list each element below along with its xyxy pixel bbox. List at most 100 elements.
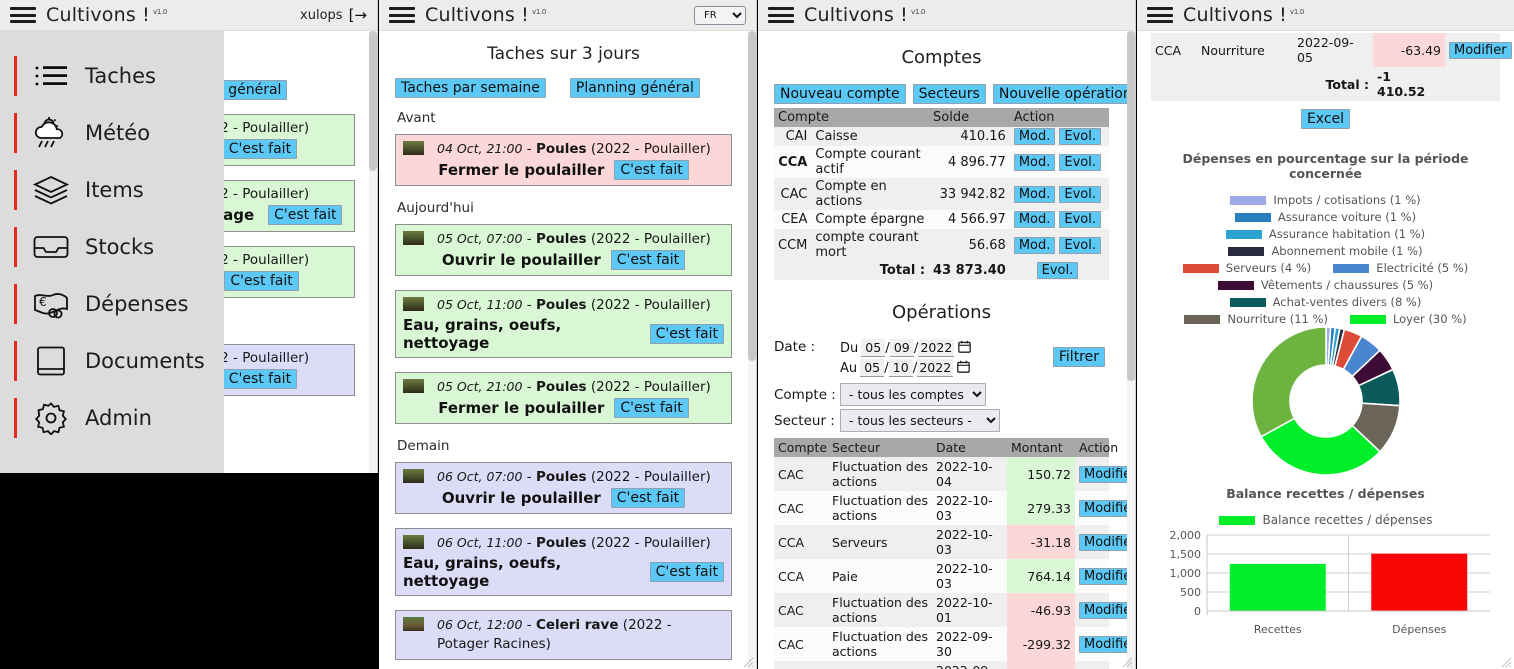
task-done-button[interactable]: C'est fait <box>610 250 686 270</box>
account-balance: 33 942.82 <box>929 178 1010 210</box>
scrollbar-track-window-1[interactable] <box>369 31 377 473</box>
date-to-month[interactable] <box>888 359 913 377</box>
scrollbar-thumb-window-2[interactable] <box>748 31 756 361</box>
hamburger-icon[interactable] <box>10 5 36 25</box>
task-done-button[interactable]: C'est fait <box>649 562 724 582</box>
task-card[interactable]: 04 Oct, 21:00 - Poules (2022 - Poulaille… <box>395 134 732 186</box>
scrollbar-track-window-3[interactable] <box>1127 31 1135 669</box>
account-evolution-button[interactable]: Evol. <box>1059 153 1101 171</box>
panel2-button-2[interactable]: Planning général <box>569 78 700 98</box>
task-card[interactable]: 06 Oct, 07:00 - Poules (2022 - Poulaille… <box>395 462 732 514</box>
modifier-button[interactable]: Modifier <box>1449 41 1512 59</box>
sidebar-item-items[interactable]: Items <box>0 161 224 218</box>
table-row[interactable]: CAC Fluctuation des actions 2022-10-03 279.… <box>774 491 1135 525</box>
table-row[interactable]: CCA Nourriture 2022-09-05 -63.49 Modifie… <box>1151 33 1512 67</box>
language-select[interactable]: FR <box>694 5 746 25</box>
comptes-toolbar-button-2[interactable]: Secteurs <box>912 84 986 104</box>
comptes-toolbar: Nouveau compte Secteurs Nouvelle opération <box>774 84 1135 104</box>
sidebar-item-admin[interactable]: Admin <box>0 389 224 446</box>
table-row[interactable]: CAC Compte en actions 33 942.82 Mod. Evol. <box>774 178 1109 210</box>
scrollbar-track-window-2[interactable] <box>748 31 756 669</box>
sidebar-item-dpenses[interactable]: € Dépenses <box>0 275 224 332</box>
task-card[interactable]: 05 Oct, 21:00 - Poules (2022 - Poulaille… <box>395 372 732 424</box>
titlebar-window-3: Cultivons ! v1.0 <box>758 0 1135 31</box>
date-from-day[interactable] <box>861 339 886 357</box>
account-modify-button[interactable]: Mod. <box>1013 236 1056 254</box>
hamburger-icon[interactable] <box>1147 5 1173 25</box>
legend-label: Serveurs (4 %) <box>1225 261 1312 275</box>
op-date: 2022-10-03 <box>932 491 1007 525</box>
task-done-button[interactable]: C'est fait <box>222 139 298 159</box>
op-secteur: Fluctuation des actions <box>828 491 932 525</box>
task-context: (2022 - Poulailler) <box>590 297 711 313</box>
task-context: (2022 - Poulailler) <box>590 535 711 551</box>
panel2-button-1[interactable]: Taches par semaine <box>395 78 546 98</box>
task-card[interactable]: 05 Oct, 07:00 - Poules (2022 - Poulaille… <box>395 224 732 276</box>
x-axis-tick: Recettes <box>1254 623 1302 636</box>
filter-button[interactable]: Filtrer <box>1052 347 1105 367</box>
date-to-day[interactable] <box>860 359 885 377</box>
task-card[interactable]: 06 Oct, 11:00 - Poules (2022 - Poulaille… <box>395 528 732 596</box>
task-done-button[interactable]: C'est fait <box>649 324 724 344</box>
task-done-button[interactable]: C'est fait <box>614 160 689 180</box>
account-modify-button[interactable]: Mod. <box>1013 128 1056 145</box>
scrollbar-thumb-window-3[interactable] <box>1127 31 1135 381</box>
task-card[interactable]: 05 Oct, 11:00 - Poules (2022 - Poulaille… <box>395 290 732 358</box>
table-row[interactable]: CEA Compte épargne 4 566.97 Mod. Evol. <box>774 210 1109 229</box>
table-row[interactable]: CCA Paie 2022-10-03 764.14 Modifier <box>774 559 1135 593</box>
accounts-total-evolution-button[interactable]: Evol. <box>1036 262 1079 279</box>
date-to-year[interactable] <box>917 359 954 377</box>
resize-grip-window-3[interactable] <box>1119 654 1133 668</box>
task-done-button[interactable]: C'est fait <box>614 398 689 418</box>
hamburger-icon[interactable] <box>389 5 415 25</box>
scrollbar-thumb-window-1[interactable] <box>369 31 377 171</box>
table-row[interactable]: CAC Fluctuation des actions 2022-09-30 -299… <box>774 627 1135 661</box>
date-from-year[interactable] <box>918 339 955 357</box>
excel-export-button[interactable]: Excel <box>1300 109 1351 129</box>
hamburger-icon[interactable] <box>768 5 794 25</box>
task-done-button[interactable]: C'est fait <box>610 488 686 508</box>
date-from-month[interactable] <box>889 339 914 357</box>
task-separator: - <box>526 469 532 485</box>
bar <box>1371 553 1468 611</box>
table-row[interactable]: CCANourriture2022-09-30-24.94Modifier <box>774 661 1109 669</box>
table-row[interactable]: CCA Serveurs 2022-10-03 -31.18 Modifier <box>774 525 1135 559</box>
op-secteur: Fluctuation des actions <box>828 593 932 627</box>
task-done-button[interactable]: C'est fait <box>222 369 298 389</box>
calendar-icon[interactable] <box>957 360 971 377</box>
table-row[interactable]: CCM compte courant mort 56.68 Mod. Evol. <box>774 229 1109 261</box>
account-modify-button[interactable]: Mod. <box>1013 211 1056 228</box>
bar-chart-legend: Balance recettes / dépenses <box>1151 513 1500 527</box>
sidebar-item-mto[interactable]: Météo <box>0 104 224 161</box>
table-row[interactable]: CCA Compte courant actif 4 896.77 Mod. Evol. <box>774 146 1109 178</box>
table-row[interactable]: CAC Fluctuation des actions 2022-10-04 150.… <box>774 457 1135 491</box>
account-evolution-button[interactable]: Evol. <box>1059 128 1101 145</box>
task-done-button[interactable]: C'est fait <box>268 205 343 225</box>
task-done-button[interactable]: C'est fait <box>224 271 299 291</box>
account-filter-select[interactable]: - tous les comptes - <box>840 383 986 406</box>
logout-icon[interactable]: [→ <box>349 7 367 23</box>
table-row[interactable]: CAC Fluctuation des actions 2022-10-01 -46.… <box>774 593 1135 627</box>
sidebar-item-stocks[interactable]: Stocks <box>0 218 224 275</box>
calendar-icon[interactable] <box>958 340 972 357</box>
task-action: Ouvrir le poulailler <box>441 489 601 507</box>
legend-label: Vêtements / chaussures (5 %) <box>1260 278 1434 292</box>
accounts-table-header-row: Compte Solde Action <box>774 108 1109 127</box>
comptes-toolbar-button-1[interactable]: Nouveau compte <box>774 84 906 104</box>
task-datetime: 06 Oct, 12:00 <box>437 617 523 632</box>
task-card[interactable]: 06 Oct, 12:00 - Celeri rave (2022 - Pota… <box>395 610 732 660</box>
account-modify-button[interactable]: Mod. <box>1013 153 1056 171</box>
sidebar-item-documents[interactable]: Documents <box>0 332 224 389</box>
resize-grip-window-2[interactable] <box>740 654 754 668</box>
account-evolution-button[interactable]: Evol. <box>1059 236 1101 254</box>
window-comptes: Cultivons ! v1.0 Comptes Nouveau compte Se… <box>758 0 1136 669</box>
resize-grip-window-4[interactable] <box>1498 654 1512 668</box>
comptes-toolbar-button-3[interactable]: Nouvelle opération <box>992 84 1135 104</box>
sector-filter-select[interactable]: - tous les secteurs - <box>840 409 1000 432</box>
table-row[interactable]: CAI Caisse 410.16 Mod. Evol. <box>774 127 1109 146</box>
account-evolution-button[interactable]: Evol. <box>1059 185 1101 203</box>
account-modify-button[interactable]: Mod. <box>1013 185 1056 203</box>
task-separator: - <box>526 379 532 395</box>
account-evolution-button[interactable]: Evol. <box>1059 211 1101 228</box>
sidebar-item-taches[interactable]: Taches <box>0 47 224 104</box>
